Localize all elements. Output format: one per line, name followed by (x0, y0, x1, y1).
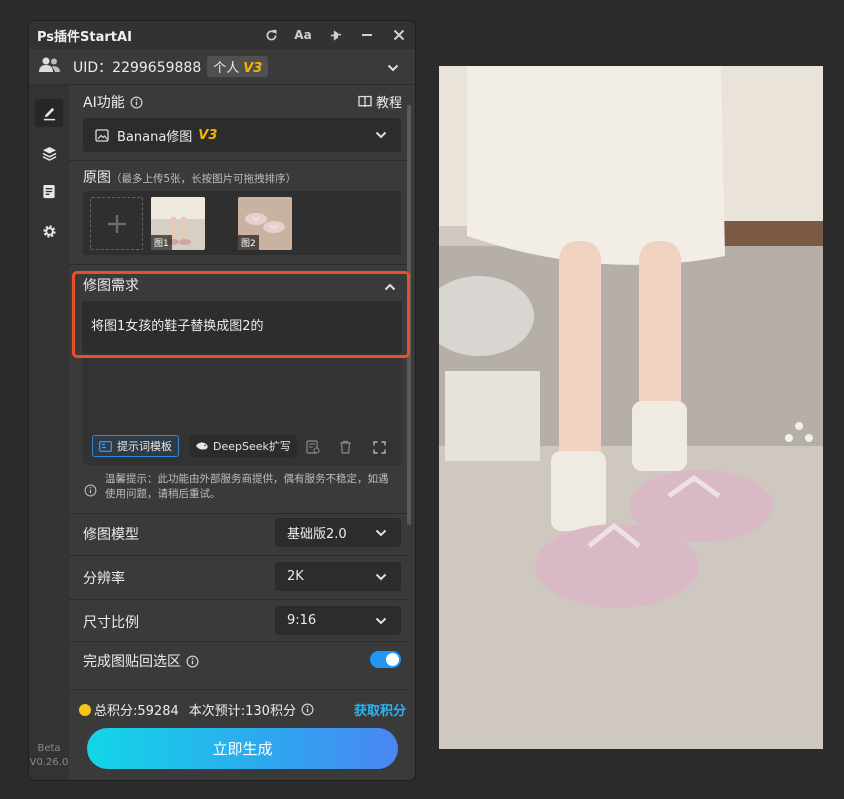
ratio-select[interactable]: 9:16 (275, 606, 401, 635)
sidebar-item-notes[interactable] (35, 177, 63, 205)
chevron-down-icon (375, 527, 387, 543)
model-label: 修图模型 (83, 527, 139, 543)
ai-feature-header: AI功能 (83, 92, 143, 112)
settings-icon (42, 224, 56, 238)
chevron-down-icon[interactable] (387, 59, 399, 78)
edit-icon (43, 107, 55, 120)
tutorial-link[interactable]: 教程 (358, 92, 402, 111)
estimated-points: 本次预计:130积分 (188, 704, 296, 719)
users-icon (39, 57, 61, 77)
refresh-icon[interactable] (255, 21, 287, 49)
plugin-panel: Ps插件StartAI Aa UID：2299659888 个人 V3 Beta… (29, 21, 415, 780)
sidebar: Beta V0.26.0 (29, 85, 69, 780)
title-bar: Ps插件StartAI Aa (29, 21, 415, 49)
highlight-box (72, 271, 410, 358)
divider (69, 513, 407, 514)
canvas-image (439, 66, 823, 749)
divider (69, 555, 407, 556)
info-icon (84, 482, 97, 501)
history-icon[interactable] (306, 439, 320, 458)
photo-illustration (439, 66, 823, 749)
sidebar-item-edit[interactable] (35, 99, 63, 127)
divider (69, 689, 407, 690)
source-header: 原图（最多上传5张，长按图片可拖拽排序） (83, 170, 297, 186)
sidebar-item-settings[interactable] (35, 217, 63, 245)
version-label: Beta V0.26.0 (29, 743, 69, 768)
ai-feature-select[interactable]: Banana修图 V3 (83, 118, 401, 152)
source-thumb-2[interactable]: 图2 (238, 197, 292, 250)
divider (69, 599, 407, 600)
info-icon[interactable] (186, 655, 199, 668)
source-thumb-1[interactable]: 图1 (151, 197, 205, 250)
resolution-select[interactable]: 2K (275, 562, 401, 591)
chevron-down-icon (375, 615, 387, 631)
divider (69, 160, 407, 161)
info-icon[interactable] (301, 703, 314, 716)
user-tier-badge: 个人 V3 (207, 56, 269, 77)
plus-icon (107, 214, 126, 233)
model-select[interactable]: 基础版2.0 (275, 518, 401, 547)
generate-button[interactable]: 立即生成 (87, 728, 398, 769)
resolution-label: 分辨率 (83, 571, 125, 587)
paste-back-label: 完成图贴回选区 (83, 651, 199, 671)
add-image-button[interactable] (90, 197, 143, 250)
sidebar-item-layers[interactable] (35, 139, 63, 167)
expand-icon[interactable] (373, 439, 386, 458)
chevron-down-icon (375, 571, 387, 587)
user-bar[interactable]: UID：2299659888 个人 V3 (29, 49, 415, 85)
coin-icon (79, 703, 91, 716)
ratio-label: 尺寸比例 (83, 615, 139, 631)
paste-back-toggle[interactable] (370, 651, 401, 668)
notice-text: 温馨提示：此功能由外部服务商提供，偶有服务不稳定，如遇使用问题，请稍后重试。 (105, 473, 389, 500)
total-points: 总积分:59284 (94, 704, 179, 719)
divider (69, 264, 407, 265)
info-icon[interactable] (130, 96, 143, 109)
source-image-list: 图1 图2 (83, 191, 401, 255)
get-points-link[interactable]: 获取积分 (354, 700, 406, 719)
chevron-down-icon (375, 129, 387, 145)
prompt-template-button[interactable]: 提示词模板 (92, 435, 179, 457)
app-title: Ps插件StartAI (37, 29, 132, 45)
pin-icon[interactable] (319, 21, 351, 49)
layers-icon (42, 146, 56, 161)
book-icon (358, 95, 372, 108)
trash-icon[interactable] (339, 439, 352, 458)
divider (69, 641, 407, 642)
font-size-icon[interactable]: Aa (287, 21, 319, 49)
deepseek-expand-button[interactable]: DeepSeek扩写 (189, 435, 297, 457)
points-summary: 总积分:59284 本次预计:130积分 (79, 700, 314, 719)
template-icon (99, 440, 112, 452)
minimize-icon[interactable] (351, 21, 383, 49)
notes-icon (43, 184, 55, 198)
close-icon[interactable] (383, 21, 415, 49)
image-edit-icon (95, 128, 109, 142)
whale-icon (196, 442, 208, 450)
user-uid: UID：2299659888 (73, 59, 202, 76)
